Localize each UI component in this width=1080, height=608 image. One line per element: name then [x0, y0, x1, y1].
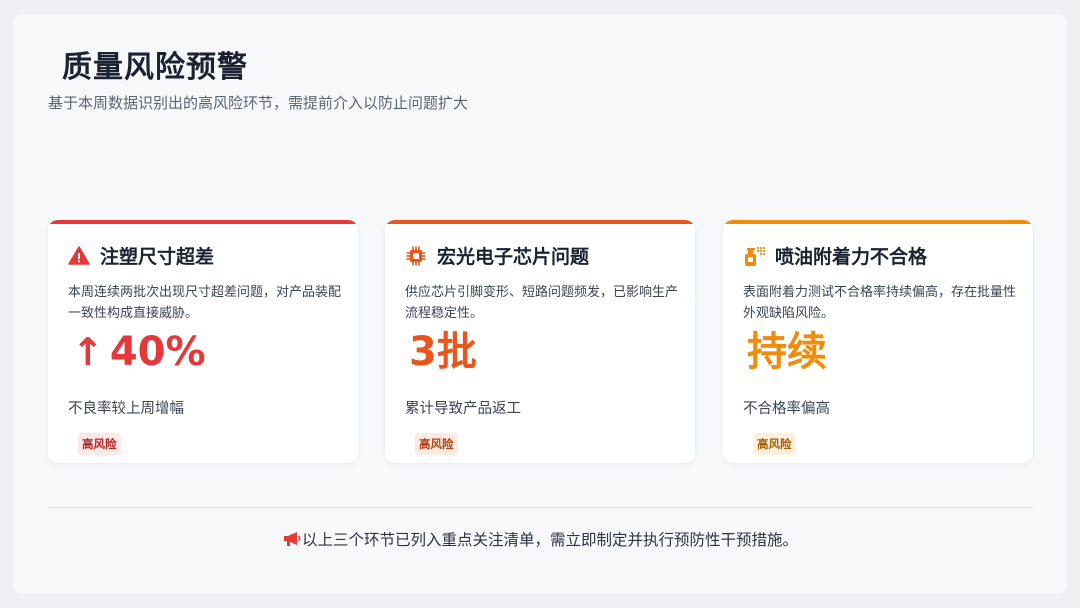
card-metric: ↑ 40% — [72, 324, 206, 380]
metric-label: 不良率较上周增幅 — [68, 401, 184, 417]
card-description: 表面附着力测试不合格率持续偏高，存在批量性外观缺陷风险。 — [743, 285, 1017, 321]
metric-value: 持续 — [747, 329, 827, 375]
risk-badge: 高风险 — [78, 433, 121, 455]
card-accent-bar — [48, 220, 358, 224]
arrow-up-icon: ↑ — [72, 330, 104, 374]
risk-card-chip: 宏光电子芯片问题 供应芯片引脚变形、短路问题频发，已影响生产流程稳定性。 3批 … — [385, 220, 695, 463]
metric-value: 40% — [109, 329, 206, 375]
card-metric: 持续 — [747, 324, 827, 380]
warning-triangle-icon — [68, 245, 90, 267]
card-header: 宏光电子芯片问题 — [405, 242, 589, 269]
page-title: 质量风险预警 — [62, 50, 248, 85]
risk-card-spray: 喷油附着力不合格 表面附着力测试不合格率持续偏高，存在批量性外观缺陷风险。 持续… — [723, 220, 1033, 463]
risk-badge: 高风险 — [415, 433, 458, 455]
card-header: 喷油附着力不合格 — [743, 242, 927, 269]
risk-badge: 高风险 — [753, 433, 796, 455]
footer-text: 以上三个环节已列入重点关注清单，需立即制定并执行预防性干预措施。 — [301, 531, 798, 549]
card-accent-bar — [385, 220, 695, 224]
megaphone-icon — [282, 531, 302, 547]
card-description: 供应芯片引脚变形、短路问题频发，已影响生产流程稳定性。 — [405, 285, 679, 321]
risk-warning-slide: 质量风险预警 基于本周数据识别出的高风险环节，需提前介入以防止问题扩大 注塑尺寸… — [14, 14, 1066, 594]
spray-can-icon — [743, 245, 766, 267]
metric-label: 累计导致产品返工 — [405, 401, 521, 417]
card-metric: 3批 — [409, 324, 477, 380]
card-description: 本周连续两批次出现尺寸超差问题，对产品装配一致性构成直接威胁。 — [68, 285, 342, 321]
metric-label: 不合格率偏高 — [743, 401, 830, 417]
card-title: 注塑尺寸超差 — [100, 246, 215, 268]
risk-card-molding: 注塑尺寸超差 本周连续两批次出现尺寸超差问题，对产品装配一致性构成直接威胁。 ↑… — [48, 220, 358, 463]
divider — [48, 507, 1033, 508]
card-title: 喷油附着力不合格 — [775, 246, 928, 268]
metric-value: 3批 — [409, 329, 477, 375]
card-title: 宏光电子芯片问题 — [437, 246, 590, 268]
card-header: 注塑尺寸超差 — [68, 242, 214, 269]
chip-icon — [405, 245, 427, 267]
page-subtitle: 基于本周数据识别出的高风险环节，需提前介入以防止问题扩大 — [48, 94, 469, 112]
footer-note: 以上三个环节已列入重点关注清单，需立即制定并执行预防性干预措施。 — [14, 528, 1066, 550]
risk-cards: 注塑尺寸超差 本周连续两批次出现尺寸超差问题，对产品装配一致性构成直接威胁。 ↑… — [48, 220, 1033, 463]
card-accent-bar — [723, 220, 1033, 224]
